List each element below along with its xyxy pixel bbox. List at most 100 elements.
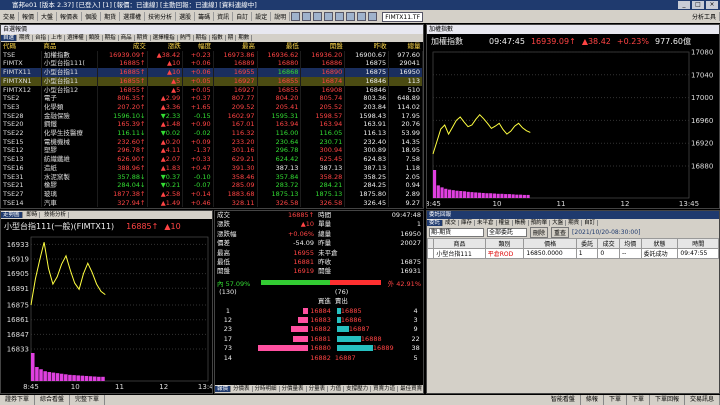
quote-column-header[interactable]: 昨收 xyxy=(344,42,389,51)
account-select[interactable]: 期-期貨 xyxy=(429,228,484,237)
quote-row[interactable]: TSE13 紡織纖維 626.90↑ ▲2.07 +0.33 629.21 624.42 62… xyxy=(1,155,423,164)
quote-tab[interactable]: 自選 xyxy=(1,35,18,41)
quote-row[interactable]: TSE3 化學類 207.20↑ ▲3.36 +1.65 209.52 205.41 205.… xyxy=(1,102,423,112)
order-column-header[interactable]: 成交 xyxy=(597,238,620,249)
order-tab[interactable]: 未平倉 xyxy=(475,220,497,226)
quote-row[interactable]: TSE14 汽車 327.94↑ ▲1.49 +0.46 328.11 326.58 326.… xyxy=(1,198,423,208)
detail-tab[interactable]: 分量表 xyxy=(306,386,329,392)
quote-tab[interactable]: 期指 xyxy=(193,35,210,41)
quote-row[interactable]: FIMTXN1 小型台指11 16855↑ ▲5 +0.05 16927 16855 1687… xyxy=(1,76,423,86)
toolbar-icon[interactable] xyxy=(335,12,345,21)
detail-tab[interactable]: 買賣力道 xyxy=(371,386,399,392)
quote-column-header[interactable]: 成交 xyxy=(97,42,148,51)
quote-tab[interactable]: 期指 xyxy=(102,35,119,41)
futures-chart-header[interactable]: 走勢圖 xyxy=(1,212,23,218)
quote-row[interactable]: TSE22 化學生技醫療 116.11↓ ▼0.02 -0.02 116.32 116.00… xyxy=(1,129,423,138)
toolbar-icon[interactable] xyxy=(357,12,367,21)
query-button[interactable]: 重查 xyxy=(551,227,570,238)
quote-column-header[interactable]: 最高 xyxy=(213,42,257,51)
quote-row[interactable]: TSE2 電子 806.35↑ ▲2.99 +0.37 807.77 804.20 805.7… xyxy=(1,94,423,103)
status-item[interactable]: 完整下單 xyxy=(70,395,106,405)
order-tab[interactable]: 委託 xyxy=(427,220,444,226)
order-tab[interactable]: 庫存 xyxy=(459,220,476,226)
quote-row[interactable]: FIMTX 小型台指111(16885↑ ▲10 +0.06 16889 16880 168… xyxy=(1,59,423,69)
status-item[interactable]: 智能看盤 xyxy=(546,395,581,405)
detail-tab[interactable]: 最佳買賣 xyxy=(398,386,423,392)
quote-row[interactable]: FIMTX11 小型台指11 16885↑ ▲10 +0.06 16955 16868 168… xyxy=(1,68,423,77)
quote-column-header[interactable]: 最低 xyxy=(257,42,301,51)
quote-row[interactable]: TSE16 造紙 388.96↑ ▲1.83 +0.47 391.30 387.13 387.… xyxy=(1,163,423,173)
order-column-header[interactable]: 委託 xyxy=(575,238,599,249)
quote-row[interactable]: FIMTX12 小型台指12 16855↑ ▲5 +0.05 16927 16855 1690… xyxy=(1,85,423,95)
toolbar-icon[interactable] xyxy=(313,12,323,21)
quote-column-header[interactable]: 總量 xyxy=(388,42,423,51)
status-item[interactable]: 條報 xyxy=(581,395,604,405)
quote-tab[interactable]: 期數 xyxy=(236,35,253,41)
quote-column-header[interactable]: 漲跌 xyxy=(147,42,183,51)
quote-tab[interactable]: 選擇權 xyxy=(65,35,87,41)
menu-item[interactable]: 籌碼 xyxy=(195,12,215,21)
quote-column-header[interactable]: 商品 xyxy=(41,42,98,51)
quote-row[interactable]: TSE21 橡膠 284.04↓ ▼0.21 -0.07 285.09 283.72 284.… xyxy=(1,181,423,190)
quote-tab[interactable]: 熱門 xyxy=(177,35,194,41)
menu-item[interactable]: 資訊 xyxy=(214,12,234,21)
order-column-header[interactable]: 狀態 xyxy=(640,238,679,249)
menu-item[interactable]: 自訂 xyxy=(233,12,253,21)
symbol-input[interactable]: FIMTX11.TF xyxy=(382,11,424,22)
quote-tab[interactable]: 期貨 xyxy=(17,35,34,41)
close-button[interactable]: × xyxy=(706,1,718,9)
order-column-header[interactable]: 價格 xyxy=(523,238,577,249)
order-column-header[interactable]: 時間 xyxy=(677,238,719,249)
maximize-button[interactable]: □ xyxy=(692,1,704,9)
quote-tab[interactable]: 指數 xyxy=(209,35,226,41)
menu-item[interactable]: 個股 xyxy=(82,12,102,21)
minimize-button[interactable]: _ xyxy=(678,1,690,9)
order-column-header[interactable]: 商品 xyxy=(433,238,486,249)
quote-tab[interactable]: 期貨 xyxy=(134,35,151,41)
order-tab[interactable]: 權益 xyxy=(496,220,513,226)
toolbar-icon[interactable] xyxy=(346,12,356,21)
order-column-header[interactable]: 均價 xyxy=(618,238,642,249)
quote-tab[interactable]: 類股 xyxy=(86,35,103,41)
order-column-header[interactable]: 類別 xyxy=(484,238,525,249)
menu-item[interactable]: 選股 xyxy=(176,12,196,21)
detail-tab[interactable]: 分時明細 xyxy=(252,386,280,392)
detail-tab[interactable]: 支撐壓力 xyxy=(344,386,372,392)
analysis-tools-button[interactable]: 分析工具 xyxy=(689,12,720,21)
menu-item[interactable]: 報價表 xyxy=(57,12,83,21)
detail-tab[interactable]: 力值 xyxy=(328,386,345,392)
status-item[interactable]: 證券下單 xyxy=(0,395,36,405)
menu-item[interactable]: 期貨 xyxy=(101,12,121,21)
menu-item[interactable]: 報價 xyxy=(19,12,39,21)
menu-item[interactable]: 說明 xyxy=(271,12,291,21)
quote-row[interactable]: TSE15 電機機械 232.60↑ ▲0.20 +0.09 233.20 230.64 23… xyxy=(1,137,423,147)
order-tab[interactable]: 預約單 xyxy=(528,220,551,226)
menu-item[interactable]: 選擇權 xyxy=(120,12,146,21)
status-item[interactable]: 綜合看盤 xyxy=(35,395,71,405)
menu-item[interactable]: 大盤 xyxy=(38,12,58,21)
order-tab[interactable]: 期貨 xyxy=(566,220,583,226)
status-item[interactable]: 下單 xyxy=(627,395,650,405)
order-tab[interactable]: 帳務 xyxy=(512,220,529,226)
quote-column-header[interactable]: 開盤 xyxy=(300,42,345,51)
quote-row[interactable]: TSE28 金融保險 1596.10↓ ▼2.33 -0.15 1602.97 1595.3… xyxy=(1,111,423,121)
tab-technical[interactable]: 技術分析 xyxy=(42,212,70,218)
detail-tab[interactable]: 分價表 xyxy=(231,386,253,392)
detail-tab[interactable]: 報價 xyxy=(215,386,232,392)
quote-row[interactable]: TSE31 水泥窯製 357.88↓ ▼0.37 -0.10 358.46 357.84 35… xyxy=(1,172,423,182)
quote-row[interactable]: TSE12 塑膠 296.78↑ ▲4.11 -1.37 301.16 296.78 300.… xyxy=(1,146,423,156)
order-kind-select[interactable]: 全部委託 xyxy=(487,228,527,237)
order-tab[interactable]: 自訂 xyxy=(582,220,599,226)
quote-row[interactable]: TSE27 玻璃 1877.38↑ ▲2.58 +0.14 1883.68 1875.13 1… xyxy=(1,189,423,199)
detail-tab[interactable]: 分價量表 xyxy=(279,386,307,392)
tab-realtime[interactable]: 即時 xyxy=(24,212,41,218)
toolbar-icon[interactable] xyxy=(291,12,301,21)
quote-row[interactable]: TSE20 鋼鐵 165.39↑ ▲1.48 +0.90 167.01 163.94 163.… xyxy=(1,120,423,130)
toolbar-icon[interactable] xyxy=(302,12,312,21)
quote-tab[interactable]: 台指 xyxy=(33,35,50,41)
delete-button[interactable]: 刪除 xyxy=(530,227,549,238)
toolbar-icon[interactable] xyxy=(368,12,378,21)
menu-item[interactable]: 設定 xyxy=(252,12,272,21)
status-item[interactable]: 下單回報 xyxy=(650,395,685,405)
quote-column-header[interactable]: 代碼 xyxy=(1,42,42,51)
